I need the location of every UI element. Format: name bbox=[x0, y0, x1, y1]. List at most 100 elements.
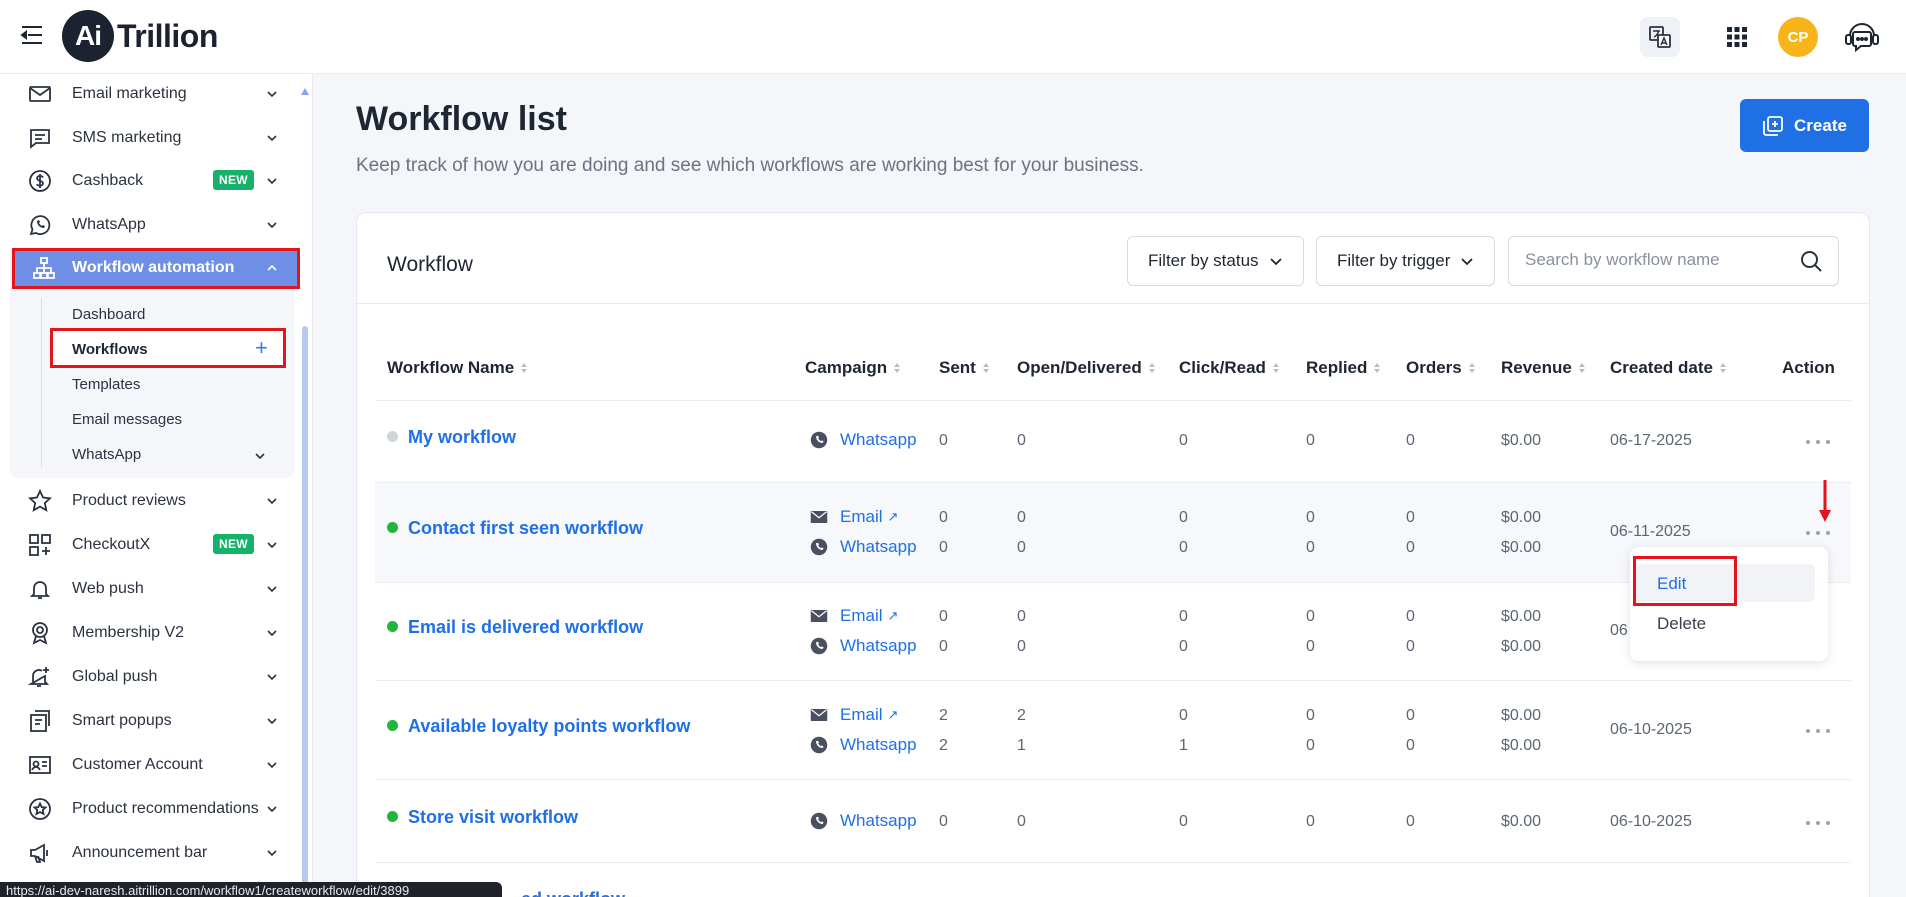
sidebar-item-whatsapp[interactable]: WhatsApp bbox=[10, 205, 298, 245]
sidebar-item-label: Cashback bbox=[72, 172, 144, 189]
campaign-whatsapp-link[interactable]: Whatsapp bbox=[810, 811, 917, 831]
search-input[interactable] bbox=[1525, 250, 1785, 270]
campaign-email-link[interactable]: Email ↗ bbox=[810, 705, 898, 725]
cell-revenue: $0.00 bbox=[1501, 737, 1542, 754]
logo-text: Trillion bbox=[117, 17, 218, 54]
search-icon[interactable] bbox=[1799, 249, 1823, 273]
workflow-name-link[interactable]: Available loyalty points workflow bbox=[408, 716, 690, 737]
avatar[interactable]: CP bbox=[1778, 17, 1818, 57]
star-circle-icon bbox=[29, 798, 51, 820]
col-header-sent[interactable]: Sent bbox=[939, 358, 990, 378]
support-chat-icon[interactable] bbox=[1842, 17, 1882, 57]
campaign-email-link[interactable]: Email ↗ bbox=[810, 606, 898, 626]
campaign-label: Whatsapp bbox=[840, 811, 917, 830]
sidebar-item-label: Smart popups bbox=[72, 712, 172, 729]
cell-sent: 0 bbox=[939, 539, 948, 556]
sub-item-whatsapp[interactable]: WhatsApp bbox=[72, 446, 272, 463]
add-workflow-icon[interactable]: + bbox=[255, 337, 268, 359]
grid-plus-icon bbox=[29, 534, 51, 556]
app-logo[interactable]: Ai Trillion bbox=[62, 10, 218, 62]
sidebar-item-label: CheckoutX bbox=[72, 536, 151, 553]
sidebar-item-workflow-automation[interactable]: Workflow automation bbox=[12, 248, 298, 288]
menu-toggle-icon[interactable] bbox=[20, 24, 44, 46]
delete-menu-item[interactable]: Delete bbox=[1635, 606, 1815, 642]
sidebar-item-membership-v2[interactable]: Membership V2 bbox=[10, 613, 298, 653]
cell-created-date: 06-11-2025 bbox=[1610, 523, 1691, 540]
logo-mark: Ai bbox=[62, 10, 114, 62]
campaign-whatsapp-link[interactable]: Whatsapp bbox=[810, 537, 917, 557]
workflow-name-link[interactable]: Contact first seen workflow bbox=[408, 518, 643, 539]
col-header-replied[interactable]: Replied bbox=[1306, 358, 1381, 378]
sidebar-item-product-recommendations[interactable]: Product recommendations bbox=[10, 789, 298, 829]
sidebar-item-label: Customer Account bbox=[72, 756, 203, 773]
workflow-name-link[interactable]: ...ed workflow bbox=[506, 889, 625, 897]
sub-item-dashboard[interactable]: Dashboard bbox=[72, 306, 145, 323]
sidebar-item-customer-account[interactable]: Customer Account bbox=[10, 745, 298, 785]
sub-item-label: Workflows bbox=[72, 341, 148, 358]
workflow-name-link[interactable]: Email is delivered workflow bbox=[408, 617, 643, 638]
col-header-created-date[interactable]: Created date bbox=[1610, 358, 1727, 378]
submenu-line bbox=[41, 298, 42, 468]
sidebar-item-sms-marketing[interactable]: SMS marketing bbox=[10, 118, 298, 158]
chevron-down-icon bbox=[267, 91, 277, 98]
apps-grid-icon[interactable] bbox=[1717, 17, 1757, 57]
col-header-revenue[interactable]: Revenue bbox=[1501, 358, 1586, 378]
sidebar-item-announcement-bar[interactable]: Announcement bar bbox=[10, 833, 298, 873]
sidebar-item-checkoutx[interactable]: CheckoutX NEW bbox=[10, 525, 298, 565]
whatsapp-icon bbox=[810, 637, 828, 655]
chevron-down-icon bbox=[1270, 258, 1282, 266]
sidebar-item-cashback[interactable]: Cashback NEW bbox=[10, 161, 298, 201]
sub-item-email-messages[interactable]: Email messages bbox=[72, 411, 182, 428]
row-divider bbox=[375, 680, 1851, 681]
cell-orders: 0 bbox=[1406, 737, 1415, 754]
sidebar-item-smart-popups[interactable]: Smart popups bbox=[10, 701, 298, 741]
col-header-workflow-name[interactable]: Workflow Name bbox=[387, 358, 528, 378]
campaign-whatsapp-link[interactable]: Whatsapp bbox=[810, 430, 917, 450]
cell-created-date: 06 bbox=[1610, 622, 1628, 639]
cell-revenue: $0.00 bbox=[1501, 608, 1542, 625]
filter-status-dropdown[interactable]: Filter by status bbox=[1127, 236, 1304, 286]
campaign-label: Email bbox=[840, 507, 883, 526]
whatsapp-icon bbox=[810, 538, 828, 556]
sidebar-item-label: Membership V2 bbox=[72, 624, 185, 641]
campaign-email-link[interactable]: Email ↗ bbox=[810, 507, 898, 527]
sidebar-scrollbar[interactable] bbox=[302, 326, 308, 886]
campaign-whatsapp-link[interactable]: Whatsapp bbox=[810, 735, 917, 755]
filter-status-label: Filter by status bbox=[1148, 251, 1259, 270]
col-header-label: Action bbox=[1782, 358, 1835, 377]
sub-item-workflows[interactable]: Workflows + bbox=[52, 331, 284, 366]
sidebar-item-global-push[interactable]: Global push bbox=[10, 657, 298, 697]
more-actions-icon[interactable] bbox=[1806, 817, 1830, 829]
cell-open: 1 bbox=[1017, 737, 1026, 754]
cell-revenue: $0.00 bbox=[1501, 432, 1542, 449]
col-header-orders[interactable]: Orders bbox=[1406, 358, 1476, 378]
chevron-down-icon bbox=[267, 542, 277, 549]
cell-orders: 0 bbox=[1406, 813, 1415, 830]
col-header-campaign[interactable]: Campaign bbox=[805, 358, 901, 378]
sidebar-item-label: Product recommendations bbox=[72, 800, 259, 817]
campaign-whatsapp-link[interactable]: Whatsapp bbox=[810, 636, 917, 656]
sidebar-item-email-marketing[interactable]: Email marketing bbox=[10, 74, 298, 114]
filter-trigger-dropdown[interactable]: Filter by trigger bbox=[1316, 236, 1495, 286]
chevron-down-icon bbox=[267, 178, 277, 185]
workflow-name-link[interactable]: My workflow bbox=[408, 427, 516, 448]
col-header-label: Orders bbox=[1406, 358, 1462, 377]
edit-menu-item[interactable]: Edit bbox=[1635, 564, 1815, 602]
more-actions-icon[interactable] bbox=[1806, 725, 1830, 737]
sidebar-item-product-reviews[interactable]: Product reviews bbox=[10, 481, 298, 521]
more-actions-icon[interactable] bbox=[1806, 436, 1830, 448]
translate-icon[interactable] bbox=[1640, 17, 1680, 57]
col-header-click-read[interactable]: Click/Read bbox=[1179, 358, 1280, 378]
more-actions-icon[interactable] bbox=[1806, 527, 1830, 539]
chevron-down-icon bbox=[267, 498, 277, 505]
col-header-open-delivered[interactable]: Open/Delivered bbox=[1017, 358, 1156, 378]
star-icon bbox=[28, 489, 52, 512]
workflow-name-link[interactable]: Store visit workflow bbox=[408, 807, 578, 828]
sidebar-item-web-push[interactable]: Web push bbox=[10, 569, 298, 609]
sub-item-templates[interactable]: Templates bbox=[72, 376, 140, 393]
cell-orders: 0 bbox=[1406, 608, 1415, 625]
chevron-down-icon bbox=[267, 135, 277, 142]
create-button[interactable]: Create bbox=[1740, 99, 1869, 152]
status-dot bbox=[387, 621, 398, 632]
scroll-up-arrow[interactable] bbox=[301, 88, 309, 95]
